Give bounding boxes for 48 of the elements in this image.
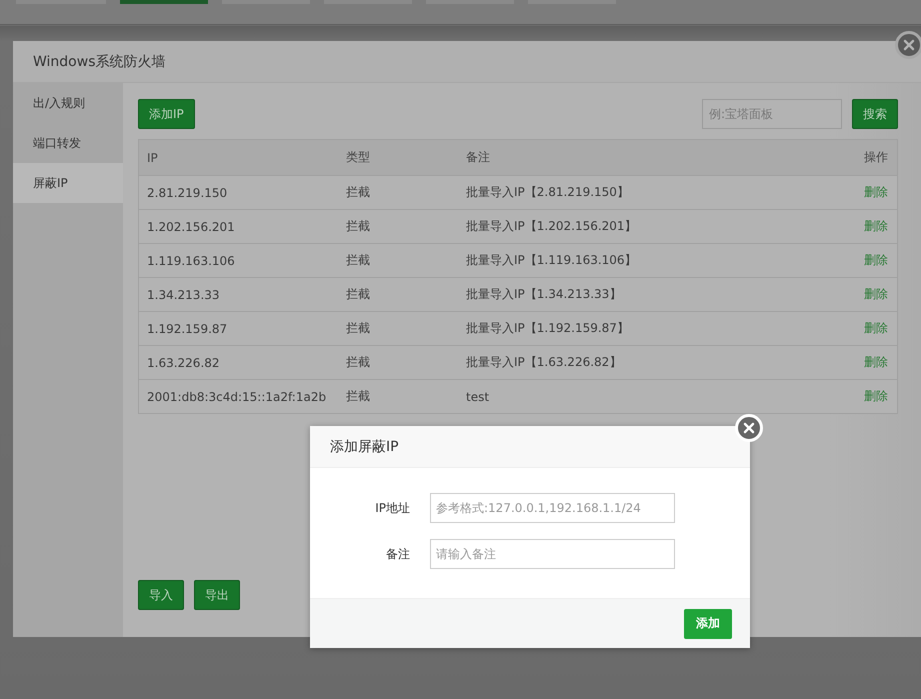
input-field[interactable]: 参考格式:127.0.0.1,192.168.1.1/24 <box>430 493 675 523</box>
add-ip-button[interactable]: 添加IP <box>138 99 195 129</box>
table-cell: 批量导入IP【2.81.219.150】 <box>466 184 629 201</box>
table-cell: 1.202.156.201 <box>147 220 235 234</box>
delete-link[interactable]: 删除 <box>864 218 888 235</box>
delete-link[interactable]: 删除 <box>864 286 888 303</box>
table-cell: 批量导入IP【1.34.213.33】 <box>466 286 622 303</box>
dialog-title: 添加屏蔽IP <box>330 438 399 456</box>
column-header: 备注 <box>466 149 490 166</box>
close-button[interactable] <box>895 31 921 59</box>
table-cell: 1.63.226.82 <box>147 356 220 370</box>
table-cell: 1.34.213.33 <box>147 288 220 302</box>
column-header: IP <box>147 150 158 164</box>
table-cell: 1.192.159.87 <box>147 322 228 336</box>
table-cell: 拦截 <box>346 388 370 405</box>
table-cell: 2001:db8:3c4d:15::1a2f:1a2b <box>147 390 326 404</box>
table-cell: test <box>466 390 490 404</box>
table-cell: 拦截 <box>346 354 370 371</box>
table-cell: 拦截 <box>346 252 370 269</box>
field-label: IP地址 <box>374 500 410 516</box>
delete-link[interactable]: 删除 <box>864 354 888 371</box>
table-cell: 批量导入IP【1.202.156.201】 <box>466 218 637 235</box>
export-button[interactable]: 导出 <box>194 580 240 610</box>
table-cell: 拦截 <box>346 184 370 201</box>
import-button[interactable]: 导入 <box>138 580 184 610</box>
search-button[interactable]: 搜索 <box>852 99 898 129</box>
table-cell: 拦截 <box>346 218 370 235</box>
table-cell: 批量导入IP【1.63.226.82】 <box>466 354 622 371</box>
table-cell: 1.119.163.106 <box>147 254 235 268</box>
table-cell: 拦截 <box>346 286 370 303</box>
delete-link[interactable]: 删除 <box>864 388 888 405</box>
close-icon <box>903 39 915 51</box>
window-title: Windows系统防火墙 <box>33 52 166 70</box>
search-field[interactable]: 例:宝塔面板 <box>702 99 842 129</box>
delete-link[interactable]: 删除 <box>864 252 888 269</box>
column-header: 操作 <box>864 149 888 166</box>
delete-link[interactable]: 删除 <box>864 320 888 337</box>
table-cell: 批量导入IP【1.119.163.106】 <box>466 252 637 269</box>
table-cell: 拦截 <box>346 320 370 337</box>
table-cell: 2.81.219.150 <box>147 186 228 200</box>
close-icon <box>743 422 755 434</box>
field-label: 备注 <box>385 546 410 562</box>
column-header: 类型 <box>346 149 370 166</box>
add-button[interactable]: 添加 <box>684 608 732 638</box>
table-cell: 批量导入IP【1.192.159.87】 <box>466 320 629 337</box>
sidebar-item[interactable]: 屏蔽IP <box>13 163 123 203</box>
delete-link[interactable]: 删除 <box>864 184 888 201</box>
input-field[interactable]: 请输入备注 <box>430 539 675 569</box>
